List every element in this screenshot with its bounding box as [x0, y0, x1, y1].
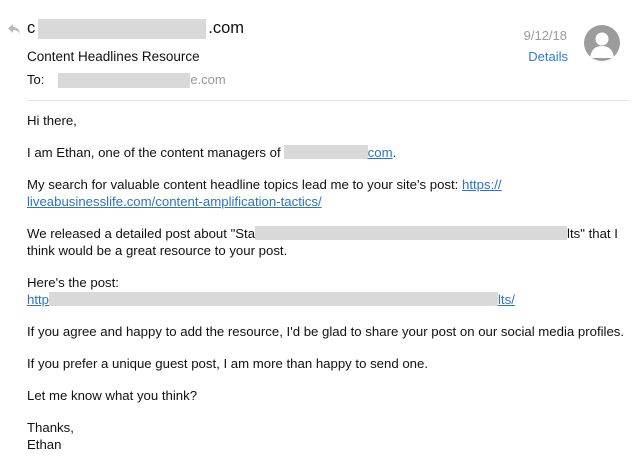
- intro-text: I am Ethan, one of the content managers …: [27, 145, 281, 160]
- search-text: My search for valuable content headline …: [27, 177, 463, 192]
- details-link[interactable]: Details: [528, 49, 568, 64]
- company-redaction: [283, 145, 368, 159]
- sender[interactable]: c .com: [27, 19, 244, 41]
- reply-icon[interactable]: [7, 22, 21, 36]
- intro-paragraph: I am Ethan, one of the content managers …: [27, 144, 627, 161]
- agree-paragraph: If you agree and happy to add the resour…: [27, 324, 625, 339]
- post-link-prefix[interactable]: http: [27, 292, 49, 307]
- to-label: To:: [27, 72, 45, 87]
- thanks-text: Thanks,: [27, 420, 74, 435]
- message-date: 9/12/18: [523, 28, 567, 43]
- signoff: Thanks, Ethan: [27, 419, 627, 453]
- post-paragraph: Here's the post: http lts/: [27, 274, 627, 308]
- message-header: c .com Content Headlines Resource To: e.co…: [0, 0, 634, 100]
- signature: Ethan: [27, 437, 62, 452]
- sender-redaction: [38, 19, 207, 39]
- recipient-row: To: e.com: [27, 72, 226, 89]
- search-paragraph: My search for valuable content headline …: [27, 176, 627, 210]
- question-paragraph: Let me know what you think?: [27, 388, 198, 403]
- subject: Content Headlines Resource: [27, 49, 200, 64]
- recipient-redaction[interactable]: [58, 73, 191, 89]
- recipient-domain[interactable]: e.com: [190, 72, 225, 87]
- post-url-redaction: [49, 292, 498, 306]
- post-label: Here's the post:: [27, 275, 119, 290]
- sender-prefix: c: [27, 19, 36, 37]
- sender-avatar[interactable]: [584, 25, 620, 61]
- guest-paragraph: If you prefer a unique guest post, I am …: [27, 356, 429, 371]
- reference-link-line1[interactable]: https://: [462, 177, 502, 192]
- header-divider: [27, 100, 630, 101]
- message-body: Hi there, I am Ethan, one of the content…: [27, 112, 627, 468]
- company-link[interactable]: com: [368, 145, 393, 160]
- intro-period: .: [392, 145, 397, 160]
- released-paragraph: We released a detailed post about "Sta lt…: [27, 225, 627, 259]
- greeting: Hi there,: [27, 113, 77, 128]
- avatar-person-icon: [590, 32, 614, 58]
- released-text: We released a detailed post about "Sta: [27, 226, 256, 241]
- post-title-redaction: [255, 226, 568, 240]
- reference-link-line2[interactable]: liveabusinesslife.com/content-amplificat…: [27, 194, 322, 209]
- post-link-suffix[interactable]: lts/: [498, 292, 515, 307]
- sender-domain: .com: [208, 19, 245, 37]
